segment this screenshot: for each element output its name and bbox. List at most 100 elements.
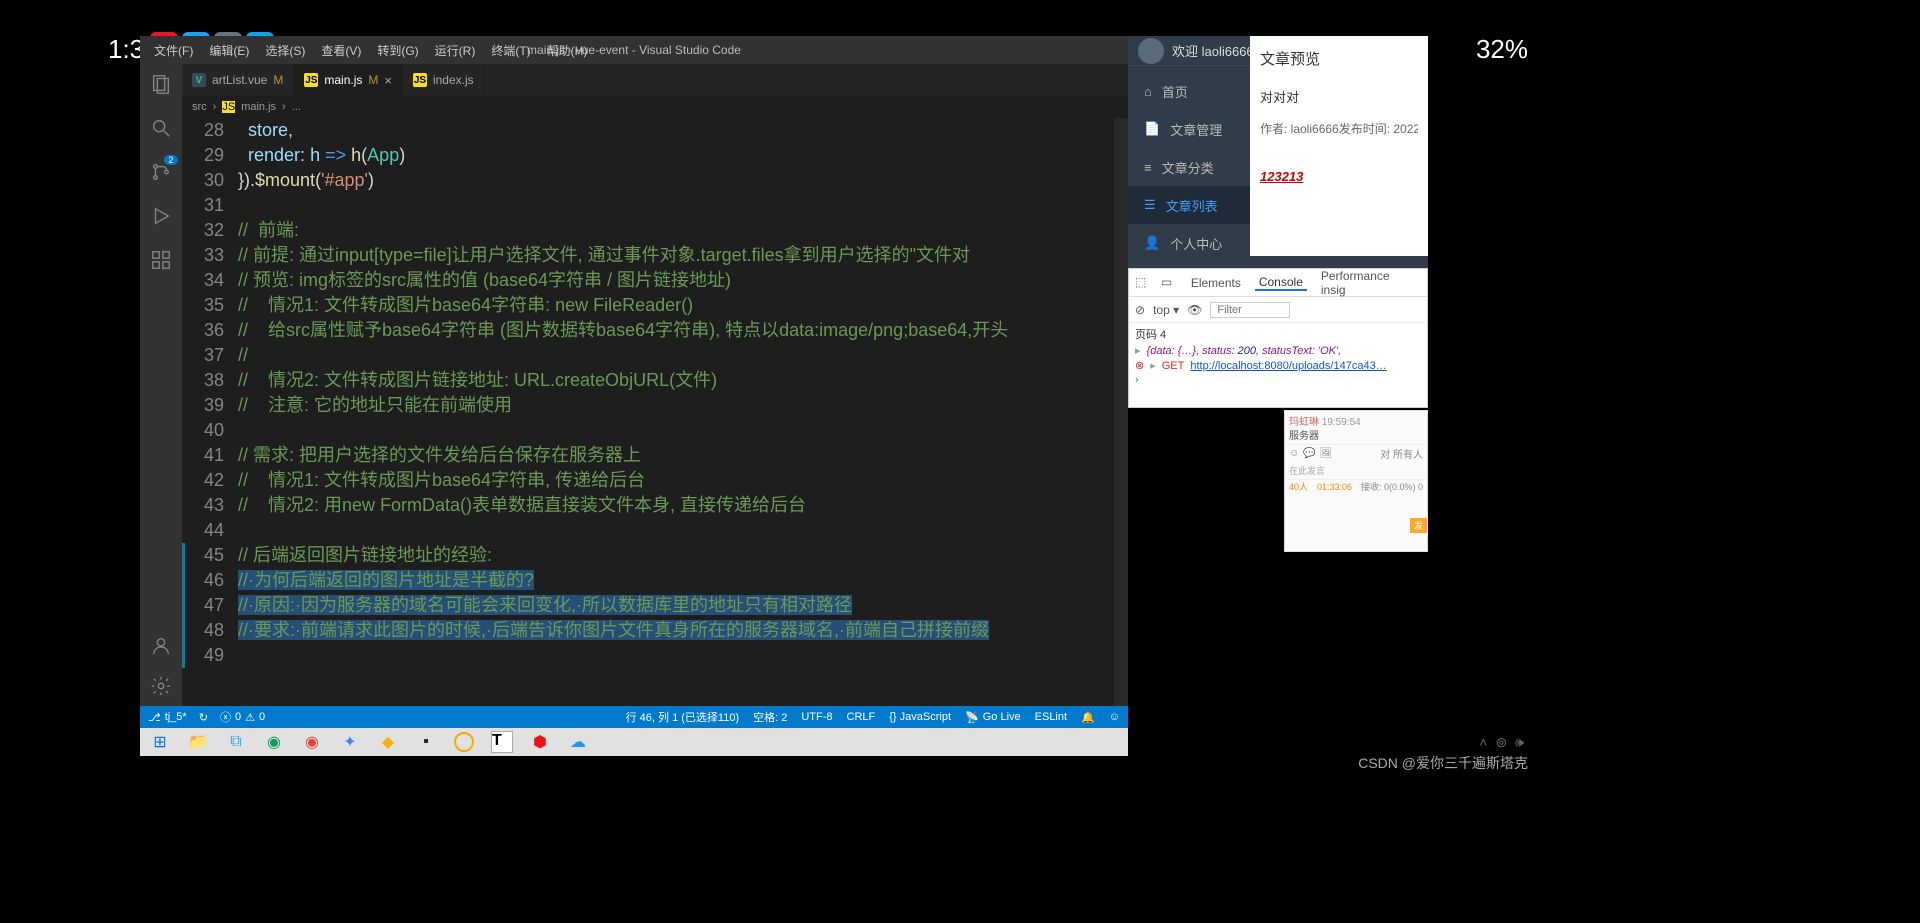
breadcrumb-part[interactable]: main.js: [241, 101, 276, 113]
code-line[interactable]: // 情况2: 用new FormData()表单数据直接装文件本身, 直接传递…: [238, 493, 1128, 518]
code-line[interactable]: //·为何后端返回的图片地址是半截的?: [238, 568, 1128, 593]
edge-button[interactable]: ◉: [256, 729, 292, 755]
code-line[interactable]: [238, 418, 1128, 443]
app-button[interactable]: ◆: [370, 729, 406, 755]
preview-panel: 文章预览 对对对 作者: laoli6666发布时间: 2022-0 12321…: [1250, 36, 1428, 256]
code-line[interactable]: [238, 643, 1128, 668]
performance-tab[interactable]: Performance insig: [1317, 269, 1421, 297]
expand-caret[interactable]: ▸: [1135, 344, 1141, 357]
editor-tab[interactable]: VartList.vueM: [182, 64, 294, 96]
editor-tab[interactable]: JSmain.jsM×: [294, 64, 403, 96]
eol[interactable]: CRLF: [847, 711, 876, 723]
debug-icon[interactable]: [149, 204, 173, 228]
code-line[interactable]: //·原因:·因为服务器的域名可能会来回变化,·所以数据库里的地址只有相对路径: [238, 593, 1128, 618]
close-icon[interactable]: ×: [384, 73, 392, 88]
breadcrumb-part[interactable]: src: [192, 101, 207, 113]
eye-icon[interactable]: 👁: [1187, 303, 1202, 317]
menu-goto[interactable]: 转到(G): [369, 42, 426, 59]
tray-wifi-icon[interactable]: ⊚: [1495, 734, 1507, 751]
code-line[interactable]: // 注意: 它的地址只能在前端使用: [238, 393, 1128, 418]
code-line[interactable]: // 给src属性赋予base64字符串 (图片数据转base64字符串), 特…: [238, 318, 1128, 343]
code-line[interactable]: render: h => h(App): [238, 143, 1128, 168]
menu-view[interactable]: 查看(V): [313, 42, 369, 59]
line-number: 37: [182, 343, 224, 368]
bell-icon[interactable]: 🔔: [1081, 711, 1095, 724]
app-button[interactable]: ⬢: [522, 729, 558, 755]
nav-label: 文章分类: [1162, 158, 1214, 177]
golive-button[interactable]: 📡 Go Live: [965, 711, 1021, 724]
error-url[interactable]: http://localhost:8080/uploads/147ca43…: [1190, 360, 1386, 372]
image-icon[interactable]: 🖼: [1320, 448, 1333, 459]
code-line[interactable]: // 前提: 通过input[type=file]让用户选择文件, 通过事件对象…: [238, 243, 1128, 268]
js-file-icon: JS: [222, 101, 235, 113]
console-prompt[interactable]: ›: [1135, 373, 1421, 387]
code-line[interactable]: //: [238, 343, 1128, 368]
code-line[interactable]: [238, 518, 1128, 543]
app-button[interactable]: ✦: [332, 729, 368, 755]
code-line[interactable]: // 前端:: [238, 218, 1128, 243]
text-button[interactable]: T: [484, 729, 520, 755]
eslint[interactable]: ESLint: [1035, 711, 1067, 723]
terminal-button[interactable]: ▪: [408, 729, 444, 755]
console-line[interactable]: ▸ {data: {…}, status: 200, statusText: '…: [1135, 343, 1421, 358]
code-line[interactable]: // 预览: img标签的src属性的值 (base64字符串 / 图片链接地址…: [238, 268, 1128, 293]
sync-icon[interactable]: ↻: [199, 711, 208, 724]
extensions-icon[interactable]: [149, 248, 173, 272]
explorer-button[interactable]: 📁: [180, 729, 216, 755]
feedback-icon[interactable]: ☺: [1109, 711, 1120, 723]
code-line[interactable]: //·要求:·前端请求此图片的时候,·后端告诉你图片文件真身所在的服务器域名,·…: [238, 618, 1128, 643]
menu-run[interactable]: 运行(R): [427, 42, 484, 59]
send-button[interactable]: 发: [1410, 518, 1427, 533]
code-line[interactable]: // 需求: 把用户选择的文件发给后台保存在服务器上: [238, 443, 1128, 468]
cloud-button[interactable]: ☁: [560, 729, 596, 755]
chrome-button[interactable]: ◉: [294, 729, 330, 755]
comment-icon[interactable]: 💬: [1303, 448, 1315, 459]
code-line[interactable]: store,: [238, 118, 1128, 143]
list-icon: ☰: [1144, 197, 1156, 213]
chat-input[interactable]: 在此发言: [1285, 462, 1427, 479]
explorer-icon[interactable]: [149, 72, 173, 96]
menu-file[interactable]: 文件(F): [146, 42, 201, 59]
system-tray[interactable]: ˄ ⊚ 🕪: [1479, 734, 1524, 751]
scm-icon[interactable]: 2: [149, 160, 173, 184]
search-icon[interactable]: [149, 116, 173, 140]
code-line[interactable]: // 情况1: 文件转成图片base64字符串, 传递给后台: [238, 468, 1128, 493]
language[interactable]: {} JavaScript: [889, 711, 951, 723]
tray-up-icon[interactable]: ˄: [1479, 734, 1487, 751]
elements-tab[interactable]: Elements: [1187, 276, 1245, 290]
chat-target[interactable]: 对 所有人: [1380, 446, 1423, 461]
code-line[interactable]: // 情况2: 文件转成图片链接地址: URL.createObjURL(文件): [238, 368, 1128, 393]
code-line[interactable]: }).$mount('#app'): [238, 168, 1128, 193]
account-icon[interactable]: [149, 634, 173, 658]
editor-tab[interactable]: JSindex.js: [403, 64, 485, 96]
cursor-position[interactable]: 行 46, 列 1 (已选择110): [626, 709, 740, 725]
minimap[interactable]: [1114, 118, 1128, 706]
encoding[interactable]: UTF-8: [801, 711, 832, 723]
menu-select[interactable]: 选择(S): [257, 42, 313, 59]
code-line[interactable]: // 后端返回图片链接地址的经验:: [238, 543, 1128, 568]
branch-indicator[interactable]: ⎇ tj_5*: [148, 711, 187, 724]
device-icon[interactable]: ▭: [1161, 275, 1177, 291]
start-button[interactable]: ⊞: [142, 729, 178, 755]
loader-button[interactable]: [446, 729, 482, 755]
menu-edit[interactable]: 编辑(E): [201, 42, 257, 59]
vscode-button[interactable]: ⧉: [218, 729, 254, 755]
tray-sound-icon[interactable]: 🕪: [1515, 734, 1524, 751]
breadcrumb[interactable]: src› JS main.js› ...: [182, 96, 1128, 118]
settings-icon[interactable]: [149, 674, 173, 698]
code-line[interactable]: // 情况1: 文件转成图片base64字符串: new FileReader(…: [238, 293, 1128, 318]
filter-input[interactable]: [1210, 302, 1290, 318]
line-number: 30: [182, 168, 224, 193]
context-selector[interactable]: top ▾: [1153, 303, 1179, 317]
errors-count[interactable]: ⓧ 0 ⚠ 0: [220, 709, 265, 725]
expand-caret[interactable]: ▸: [1150, 359, 1156, 372]
clear-icon[interactable]: ⊘: [1135, 303, 1145, 317]
indent[interactable]: 空格: 2: [753, 709, 787, 725]
breadcrumb-part[interactable]: ...: [292, 101, 301, 113]
code-editor[interactable]: 2829303132333435363738394041424344454647…: [182, 118, 1128, 706]
console-tab[interactable]: Console: [1255, 275, 1307, 291]
emoji-icon[interactable]: ☺: [1289, 448, 1299, 459]
code-line[interactable]: [238, 193, 1128, 218]
console-error[interactable]: ⊗ ▸ GET http://localhost:8080/uploads/14…: [1135, 358, 1421, 373]
inspect-icon[interactable]: ⬚: [1135, 275, 1151, 291]
